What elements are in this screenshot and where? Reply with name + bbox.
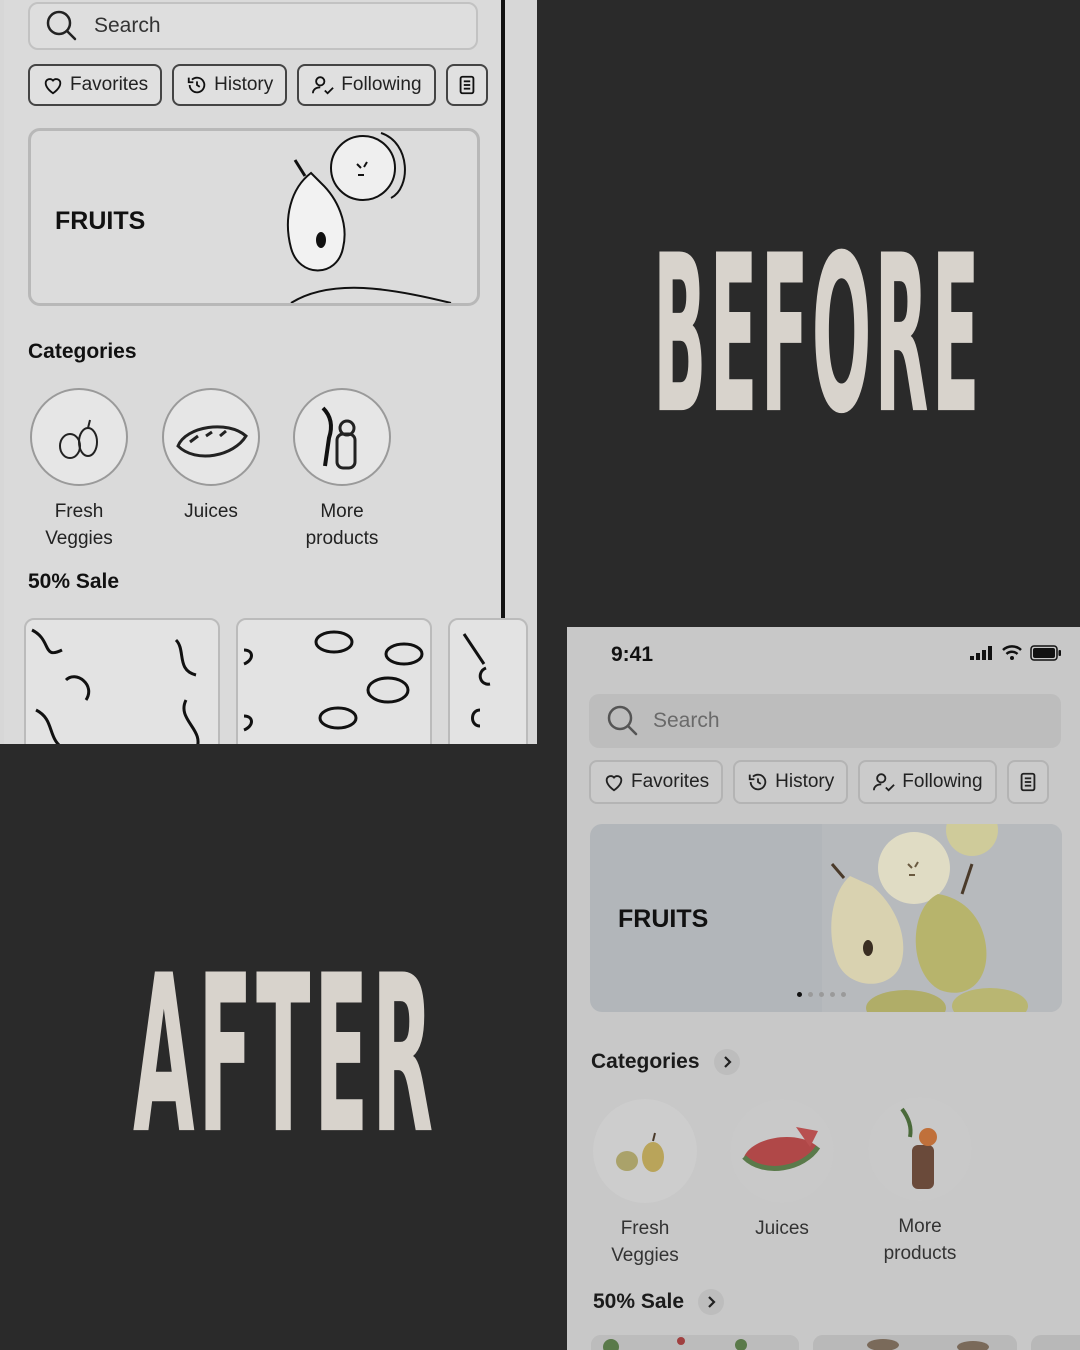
chip-following[interactable]: Following [297, 64, 436, 106]
category-fresh-veggies[interactable]: Fresh Veggies [592, 1099, 698, 1269]
chip-favorites[interactable]: Favorites [589, 760, 724, 804]
section-title: 50% Sale [28, 570, 120, 593]
after-headline: AFTER [133, 930, 437, 1183]
chevron-right-icon[interactable] [698, 1289, 725, 1315]
pears-illustration-icon [59, 419, 98, 459]
category-label: Fresh Veggies [611, 1218, 679, 1266]
page-dot[interactable] [830, 992, 835, 997]
status-icons [970, 645, 1062, 661]
category-label: Fresh Veggies [45, 501, 113, 549]
chip-more[interactable] [445, 64, 488, 106]
chip-history[interactable]: History [733, 760, 849, 804]
search-placeholder: Search [653, 709, 720, 732]
chip-history[interactable]: History [172, 64, 288, 106]
document-icon [459, 75, 474, 95]
signal-icon [970, 646, 992, 660]
category-more-products[interactable]: More products [286, 388, 398, 552]
user-check-icon [312, 76, 334, 95]
category-image [730, 1099, 834, 1203]
sale-card[interactable] [448, 618, 528, 744]
categories-heading: Categories [28, 340, 137, 364]
before-headline: BEFORE [653, 210, 983, 463]
chip-more[interactable] [1006, 760, 1049, 804]
page-dot[interactable] [808, 992, 813, 997]
search-bar[interactable]: Search [589, 694, 1061, 748]
chip-label: Following [341, 74, 422, 95]
document-icon [1020, 772, 1035, 792]
status-time: 9:41 [611, 643, 654, 666]
chip-favorites[interactable]: Favorites [28, 64, 163, 106]
search-placeholder: Search [94, 14, 161, 37]
section-title: Categories [591, 1050, 700, 1073]
heart-icon [605, 775, 623, 792]
wifi-icon [1002, 645, 1022, 660]
category-label: More products [883, 1216, 957, 1264]
watermelon-illustration-icon [176, 425, 248, 458]
product-photo-icon [813, 1335, 1017, 1350]
categories-heading[interactable]: Categories [591, 1049, 740, 1075]
history-icon [187, 76, 206, 94]
produce-stack-illustration-icon [321, 406, 357, 470]
search-bar[interactable]: Search [28, 2, 478, 50]
promo-banner[interactable]: FRUITS [590, 824, 1062, 1012]
pear-illustration-icon [287, 132, 452, 303]
category-image [593, 1099, 697, 1203]
sale-card[interactable] [236, 618, 432, 744]
battery-icon [1030, 645, 1061, 661]
section-title: Categories [28, 340, 137, 363]
pears-photo-icon [593, 1099, 697, 1203]
sale-card[interactable] [1031, 1335, 1080, 1350]
product-photo-icon [591, 1335, 799, 1350]
produce-stack-photo-icon [868, 1097, 972, 1201]
product-photo-icon [243, 630, 424, 732]
chevron-right-icon[interactable] [713, 1049, 740, 1075]
chip-label: Following [902, 771, 983, 792]
user-check-icon [873, 773, 895, 792]
sale-heading[interactable]: 50% Sale [593, 1289, 725, 1315]
filter-chips: Favorites History Following [28, 64, 488, 106]
sale-card[interactable] [24, 618, 220, 744]
chip-label: History [775, 771, 835, 792]
chip-label: Favorites [631, 771, 710, 792]
section-title: 50% Sale [593, 1290, 685, 1313]
watermelon-photo-icon [730, 1099, 834, 1203]
category-image [162, 388, 260, 486]
phone-screen: Search Favorites History Following FRUIT… [4, 0, 528, 744]
promo-banner[interactable]: FRUITS [28, 128, 480, 306]
category-more-products[interactable]: More products [865, 1097, 975, 1267]
category-image [293, 388, 391, 486]
category-image [30, 388, 128, 486]
banner-title: FRUITS [55, 207, 146, 235]
filter-chips: Favorites History Following [589, 760, 1049, 804]
chip-following[interactable]: Following [858, 760, 997, 804]
heart-icon [44, 78, 62, 95]
category-image [868, 1097, 972, 1201]
history-icon [748, 773, 767, 791]
search-icon [46, 10, 77, 41]
page-dot[interactable] [819, 992, 824, 997]
banner-title: FRUITS [618, 905, 709, 933]
chip-label: History [214, 74, 274, 95]
before-screenshot-panel: Search Favorites History Following FRUIT… [0, 0, 537, 744]
product-photo-icon [462, 633, 491, 728]
page-dot[interactable] [797, 992, 802, 997]
pears-photo-icon [822, 824, 1062, 1012]
category-label: More products [305, 501, 379, 549]
chip-label: Favorites [70, 74, 149, 95]
search-icon [607, 705, 638, 736]
page-dot[interactable] [841, 992, 846, 997]
category-juices[interactable]: Juices [160, 388, 262, 525]
after-screenshot-panel: 9:41 Search Favorites History Following … [567, 627, 1080, 1350]
category-label: Juices [184, 501, 238, 522]
category-juices[interactable]: Juices [729, 1099, 835, 1242]
carousel-pagination[interactable] [797, 992, 846, 997]
category-fresh-veggies[interactable]: Fresh Veggies [28, 388, 130, 552]
sale-card[interactable] [591, 1335, 799, 1350]
category-label: Juices [755, 1218, 809, 1239]
product-photo-icon [31, 628, 200, 744]
sale-card[interactable] [813, 1335, 1017, 1350]
sale-heading: 50% Sale [28, 570, 119, 594]
